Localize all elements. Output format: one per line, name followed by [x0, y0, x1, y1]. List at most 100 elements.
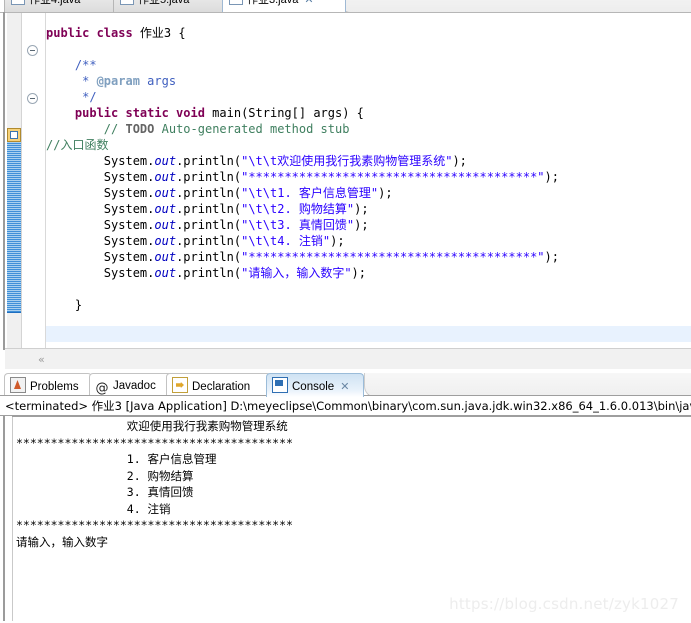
code-token: //入口函数	[46, 138, 109, 152]
console-output-text[interactable]: 欢迎使用我行我素购物管理系统 *************************…	[16, 418, 676, 550]
code-token: out	[154, 266, 177, 280]
code-line: //入口函数	[46, 137, 108, 153]
code-token: TODO	[125, 122, 155, 136]
code-token: public class	[46, 26, 140, 40]
code-token: .println(	[176, 234, 242, 248]
folding-ruler[interactable]	[22, 13, 46, 350]
java-file-icon	[229, 0, 243, 5]
editor-tab-label: 作业5.java	[138, 0, 190, 6]
editor-tab-2[interactable]: 作业3.java ✕	[222, 0, 346, 12]
close-icon[interactable]: ✕	[304, 0, 313, 6]
code-token: Auto-generated method stub	[154, 122, 350, 136]
code-token: main(String[] args) {	[212, 106, 364, 120]
java-editor: 作业4.java 作业5.java 作业3.java ✕ public class…	[0, 0, 691, 369]
bottom-view-stack: Problems @ Javadoc Declaration Console ✕ <…	[0, 370, 691, 623]
code-token: //	[103, 122, 126, 136]
code-token: .println(	[176, 202, 242, 216]
code-token: .println(	[176, 266, 242, 280]
close-icon[interactable]: ✕	[340, 381, 349, 393]
code-line: System.out.println("请输入，输入数字");	[46, 265, 366, 281]
watermark: https://blog.csdn.net/zyk1027	[449, 595, 679, 613]
current-line-highlight	[46, 326, 691, 342]
code-token: .println(	[176, 218, 242, 232]
bottom-tab-strip: Problems @ Javadoc Declaration Console ✕	[4, 373, 691, 398]
code-token: System.	[46, 234, 155, 248]
console-launch-header-text: <terminated> 作业3 [Java Application] D:\m…	[5, 399, 691, 413]
code-line: // TODO Auto-generated method stub	[46, 121, 350, 137]
annotation-ruler[interactable]	[7, 13, 22, 350]
code-token: );	[544, 250, 559, 264]
editor-tab-label: 作业3.java	[247, 0, 299, 6]
java-file-icon	[11, 0, 25, 5]
code-token: out	[154, 202, 177, 216]
editor-horizontal-scrollbar[interactable]	[5, 348, 691, 369]
tab-javadoc[interactable]: @ Javadoc	[89, 373, 172, 397]
code-token: .println(	[176, 154, 242, 168]
console-output-frame: 欢迎使用我行我素购物管理系统 *************************…	[3, 416, 691, 621]
tab-label: Declaration	[192, 381, 251, 393]
annotation-occurrence-highlight	[7, 129, 21, 313]
code-token: .println(	[176, 186, 242, 200]
code-token: System.	[46, 202, 155, 216]
scroll-left-icon[interactable]: «	[38, 353, 45, 366]
console-top-rule	[12, 416, 691, 417]
code-token: "***************************************…	[241, 170, 545, 184]
java-file-icon	[120, 0, 134, 5]
console-monitor-icon	[272, 377, 288, 393]
code-token: System.	[46, 170, 155, 184]
code-token: );	[544, 170, 559, 184]
problems-icon	[10, 377, 26, 393]
tab-problems[interactable]: Problems	[4, 373, 92, 397]
code-token: "\t\t1. 客户信息管理"	[241, 186, 379, 200]
code-token: .println(	[176, 170, 242, 184]
code-line: public class 作业3 {	[46, 25, 186, 41]
tab-label: Problems	[30, 381, 79, 393]
code-token: );	[354, 218, 369, 232]
javadoc-at-icon: @	[95, 381, 109, 396]
code-line: System.out.println("\t\t欢迎使用我行我素购物管理系统")…	[46, 153, 467, 169]
code-token: "\t\t3. 真情回馈"	[241, 218, 355, 232]
code-token: );	[452, 154, 467, 168]
code-line: * @param args	[46, 73, 176, 89]
code-token: @param	[96, 74, 140, 88]
code-line: System.out.println("********************…	[46, 249, 559, 265]
code-token: "\t\t2. 购物结算"	[241, 202, 355, 216]
task-marker-icon[interactable]	[7, 128, 21, 142]
code-token: System.	[46, 186, 155, 200]
code-line: System.out.println("********************…	[46, 169, 559, 185]
code-token: /**	[46, 58, 97, 72]
code-token: );	[351, 266, 366, 280]
declaration-icon	[172, 377, 188, 393]
fold-collapse-icon[interactable]	[27, 93, 38, 104]
tab-console[interactable]: Console ✕	[266, 373, 364, 397]
code-token: System.	[46, 154, 155, 168]
code-token: System.	[46, 266, 155, 280]
code-token: .println(	[176, 250, 242, 264]
editor-left-frame	[3, 12, 5, 350]
fold-collapse-icon[interactable]	[27, 45, 38, 56]
code-line: public static void main(String[] args) {	[46, 105, 364, 121]
code-token: out	[154, 234, 177, 248]
tab-declaration[interactable]: Declaration	[166, 373, 271, 397]
code-line: }	[46, 297, 82, 313]
code-text-area[interactable]: public class 作业3 { /** * @param args */ …	[46, 13, 691, 331]
code-token: out	[154, 186, 177, 200]
code-token: );	[354, 202, 369, 216]
tab-label: Javadoc	[113, 380, 156, 392]
code-token: "***************************************…	[241, 250, 545, 264]
code-token: *	[46, 74, 97, 88]
code-token: }	[46, 298, 83, 312]
console-launch-header: <terminated> 作业3 [Java Application] D:\m…	[0, 395, 691, 416]
code-token: "\t\t欢迎使用我行我素购物管理系统"	[241, 154, 453, 168]
code-token: out	[154, 154, 177, 168]
code-line: System.out.println("\t\t3. 真情回馈");	[46, 217, 369, 233]
code-token: );	[378, 186, 393, 200]
code-token: out	[154, 250, 177, 264]
code-token: out	[154, 170, 177, 184]
code-line: System.out.println("\t\t1. 客户信息管理");	[46, 185, 393, 201]
tab-label: Console	[292, 381, 335, 393]
code-token: );	[330, 234, 345, 248]
code-token: */	[46, 90, 97, 104]
editor-tab-strip: 作业4.java 作业5.java 作业3.java ✕	[0, 0, 691, 13]
code-token: System.	[46, 218, 155, 232]
